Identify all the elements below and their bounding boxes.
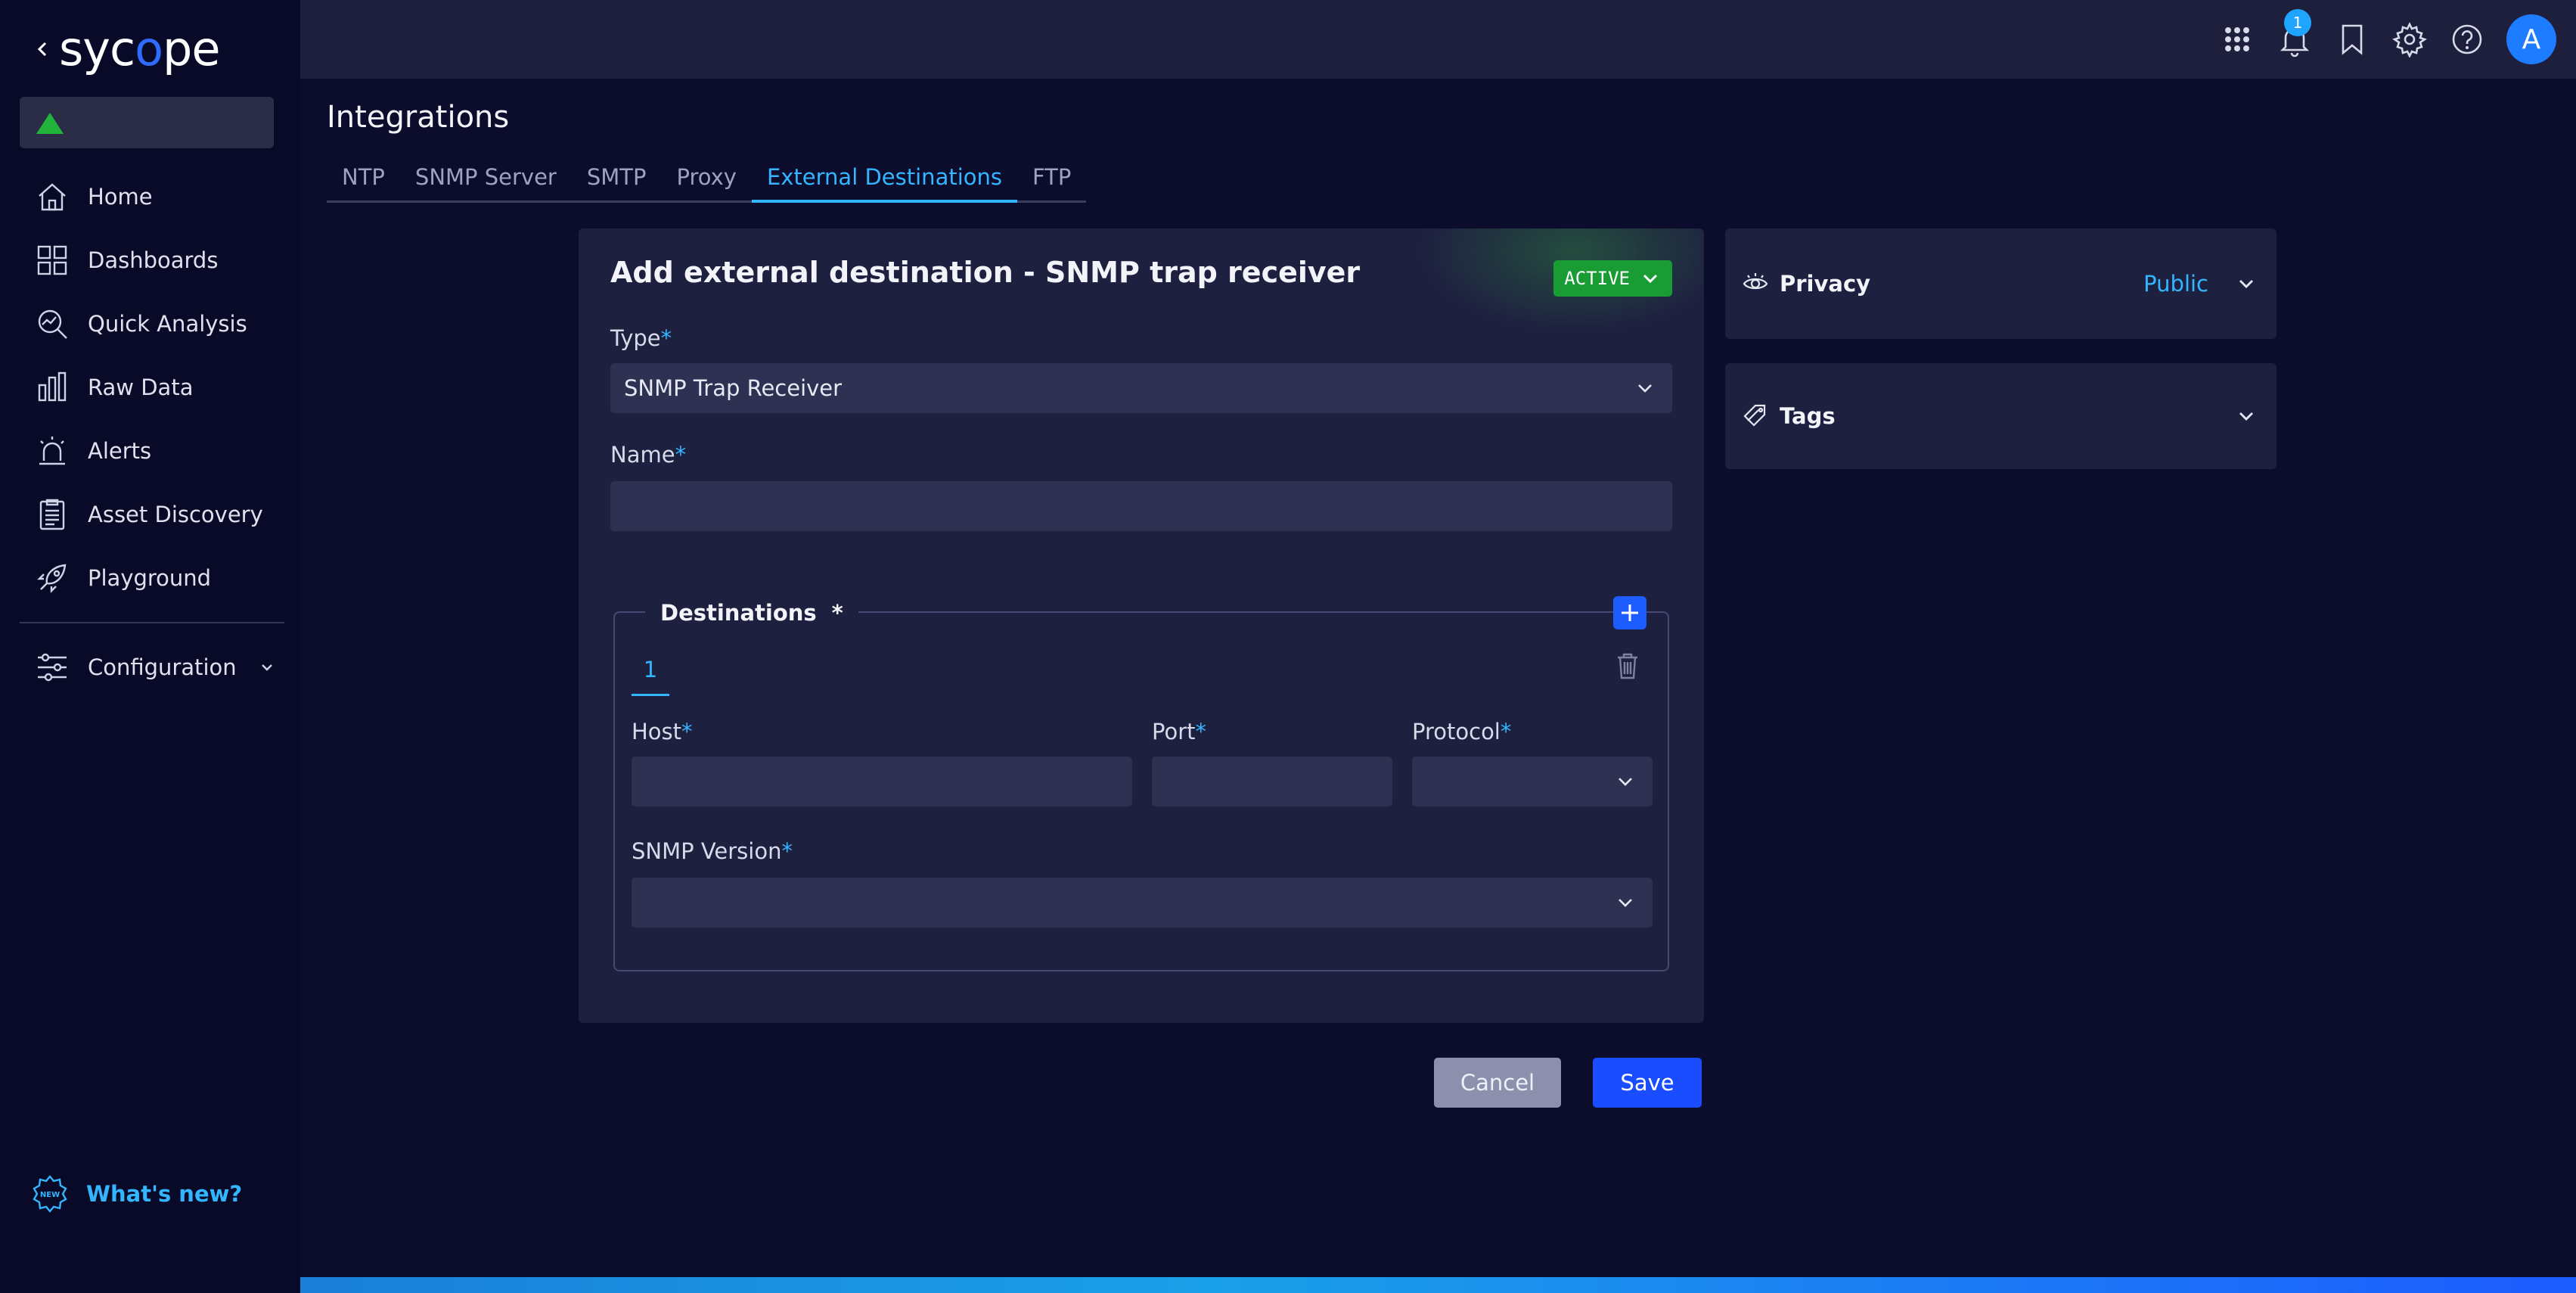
- sidebar-item-label: Configuration: [88, 654, 237, 680]
- tab-ntp[interactable]: NTP: [327, 160, 400, 200]
- sycope-logo[interactable]: sycope: [59, 26, 221, 73]
- sidebar-divider: [20, 622, 284, 623]
- sidebar-item-label: Asset Discovery: [88, 502, 263, 527]
- protocol-label: Protocol*: [1412, 719, 1512, 744]
- type-select-value: SNMP Trap Receiver: [624, 375, 843, 401]
- sidebar-item-label: Raw Data: [88, 375, 194, 400]
- form-title: Add external destination - SNMP trap rec…: [610, 256, 1361, 289]
- new-badge-icon: NEW: [33, 1175, 67, 1213]
- snmp-version-select[interactable]: [632, 878, 1653, 928]
- alerts-icon: [39, 437, 65, 465]
- chevron-down-icon: [2239, 412, 2253, 421]
- whats-new-link[interactable]: NEW What's new?: [30, 1174, 242, 1214]
- whats-new-label: What's new?: [86, 1181, 243, 1207]
- tab-external-destinations[interactable]: External Destinations: [751, 160, 1017, 203]
- tab-snmp-server[interactable]: SNMP Server: [400, 160, 572, 200]
- chevron-down-icon: [1619, 899, 1632, 907]
- system-status-bar[interactable]: [20, 97, 274, 148]
- chevron-down-icon: [261, 664, 272, 671]
- gear-icon: [2392, 22, 2427, 58]
- svg-text:NEW: NEW: [40, 1191, 60, 1199]
- apps-grid-icon: [2225, 27, 2249, 51]
- sidebar-item-raw-data[interactable]: Raw Data: [20, 356, 284, 419]
- name-label: Name*: [610, 442, 687, 468]
- tab-smtp[interactable]: SMTP: [572, 160, 662, 200]
- add-destination-button[interactable]: [1613, 596, 1646, 629]
- destinations-fieldset: Destinations * 1 Host* Port* Protocol* SN…: [613, 592, 1669, 971]
- page-title: Integrations: [327, 100, 510, 135]
- sidebar-item-home[interactable]: Home: [20, 165, 284, 228]
- plus-icon: [1622, 605, 1638, 621]
- chevron-down-icon: [2239, 280, 2253, 288]
- sidebar-item-label: Dashboards: [88, 247, 219, 273]
- notifications-button[interactable]: 1: [2277, 9, 2313, 58]
- status-dropdown[interactable]: ACTIVE: [1553, 260, 1672, 297]
- home-icon: [39, 183, 66, 211]
- sidebar-item-label: Playground: [88, 565, 212, 591]
- host-label: Host*: [632, 719, 693, 744]
- sidebar-item-label: Alerts: [88, 438, 152, 464]
- top-bar: 1 A: [300, 0, 2576, 79]
- destination-tab-1[interactable]: 1: [632, 657, 669, 696]
- sidebar-item-label: Quick Analysis: [88, 311, 247, 337]
- top-bar-actions: 1 A: [2219, 0, 2576, 79]
- privacy-title: Privacy: [1780, 271, 1871, 297]
- cancel-button[interactable]: Cancel: [1434, 1058, 1561, 1108]
- playground-icon: [37, 564, 67, 593]
- raw-data-icon: [38, 371, 67, 402]
- sidebar: sycope Home Dashboards Quick Analysis Ra…: [0, 0, 300, 1293]
- sidebar-item-quick-analysis[interactable]: Quick Analysis: [20, 292, 284, 356]
- apps-grid-button[interactable]: [2219, 21, 2255, 58]
- user-avatar[interactable]: A: [2506, 14, 2556, 64]
- chevron-down-icon: [1643, 274, 1658, 284]
- port-label: Port*: [1152, 719, 1206, 744]
- tab-ftp[interactable]: FTP: [1017, 160, 1086, 200]
- tab-proxy[interactable]: Proxy: [661, 160, 751, 200]
- main-navigation: Home Dashboards Quick Analysis Raw Data …: [20, 165, 284, 610]
- privacy-eye-icon: [1743, 273, 1768, 290]
- host-input[interactable]: [632, 757, 1132, 807]
- configuration-sliders-icon: [38, 653, 67, 682]
- settings-button[interactable]: [2391, 21, 2428, 58]
- privacy-value: Public: [2143, 271, 2208, 297]
- save-button[interactable]: Save: [1593, 1058, 1702, 1108]
- trash-icon[interactable]: [1615, 651, 1640, 681]
- sidebar-item-asset-discovery[interactable]: Asset Discovery: [20, 483, 284, 546]
- tags-title: Tags: [1780, 403, 1836, 429]
- type-select[interactable]: SNMP Trap Receiver: [610, 363, 1672, 413]
- bookmark-icon: [2342, 24, 2363, 55]
- chevron-down-icon: [1638, 384, 1652, 393]
- chevron-down-icon: [1619, 778, 1632, 786]
- destinations-legend: Destinations *: [645, 592, 858, 634]
- asset-discovery-icon: [39, 499, 65, 530]
- sidebar-item-playground[interactable]: Playground: [20, 546, 284, 610]
- status-badge-label: ACTIVE: [1564, 268, 1630, 289]
- external-destination-form: Add external destination - SNMP trap rec…: [579, 228, 1704, 1023]
- status-ok-triangle-icon: [36, 113, 64, 134]
- notification-count-badge: 1: [2284, 9, 2311, 36]
- snmp-version-label: SNMP Version*: [632, 838, 793, 864]
- tags-icon: [1743, 404, 1766, 427]
- privacy-panel[interactable]: Privacy Public: [1725, 228, 2277, 339]
- sidebar-item-dashboards[interactable]: Dashboards: [20, 228, 284, 292]
- bookmarks-button[interactable]: [2334, 21, 2370, 58]
- quick-analysis-icon: [38, 309, 67, 339]
- tags-panel[interactable]: Tags: [1725, 363, 2277, 469]
- protocol-select[interactable]: [1412, 757, 1653, 807]
- port-input[interactable]: [1152, 757, 1392, 807]
- brand: sycope: [33, 23, 221, 76]
- help-icon: [2452, 24, 2482, 54]
- sidebar-item-label: Home: [88, 184, 153, 210]
- sidebar-item-alerts[interactable]: Alerts: [20, 419, 284, 483]
- integrations-tabs: NTP SNMP Server SMTP Proxy External Dest…: [327, 160, 1087, 203]
- help-button[interactable]: [2449, 21, 2485, 58]
- name-input[interactable]: [610, 481, 1672, 531]
- type-label: Type*: [610, 325, 672, 351]
- dashboards-icon: [37, 245, 67, 275]
- bottom-accent-strip: [300, 1277, 2576, 1293]
- back-chevron-icon[interactable]: [33, 34, 51, 64]
- sidebar-item-configuration[interactable]: Configuration: [20, 636, 284, 699]
